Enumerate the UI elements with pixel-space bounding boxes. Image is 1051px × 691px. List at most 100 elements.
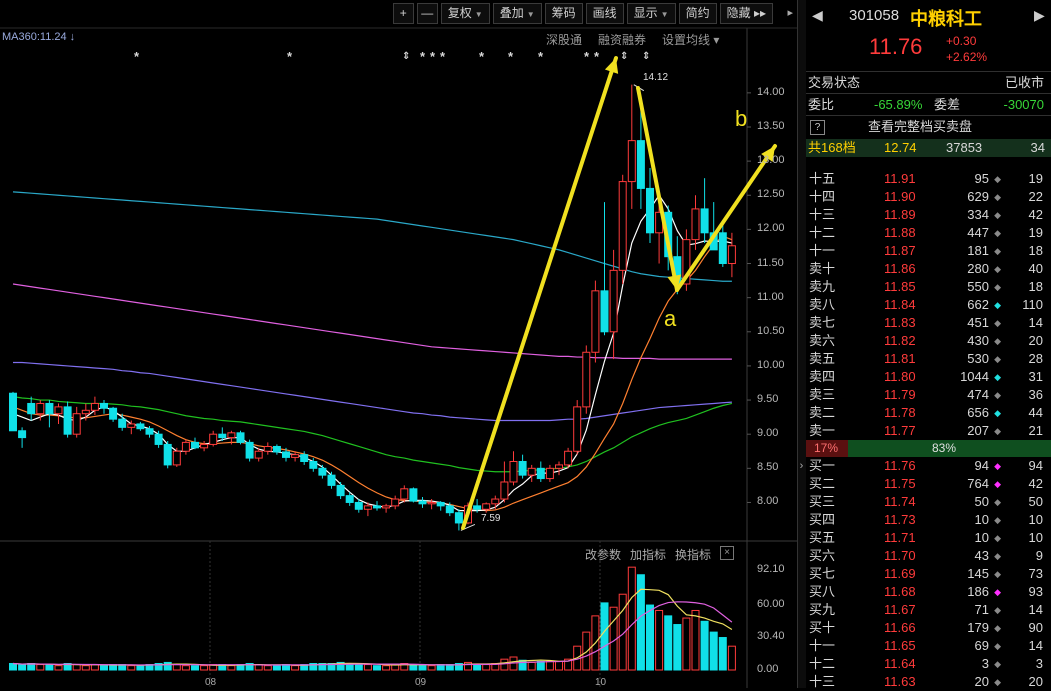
ask-level-row[interactable]: 卖三 11.79 474 36 ◆: [806, 386, 1051, 404]
candle-body: [172, 450, 181, 466]
candle-body: [163, 443, 172, 466]
level-count: 94: [1028, 458, 1043, 473]
prev-stock-icon[interactable]: ◀: [812, 7, 823, 24]
bid-level-row[interactable]: 买三 11.74 50 50 ◆: [806, 493, 1051, 511]
ask-level-row[interactable]: 卖九 11.85 550 18 ◆: [806, 278, 1051, 296]
level-price: 11.90: [884, 189, 916, 204]
trade-status-label: 交易状态: [808, 75, 861, 90]
change-marker-icon: ◆: [994, 641, 1001, 651]
bid-level-row[interactable]: 买十 11.66 179 90 ◆: [806, 619, 1051, 637]
level-volume: 207: [967, 423, 989, 438]
bid-level-row[interactable]: 买二 11.75 764 42 ◆: [806, 475, 1051, 493]
level-label: 十二: [809, 225, 836, 240]
level-volume: 474: [967, 387, 989, 402]
close-icon[interactable]: ×: [720, 546, 735, 560]
ask-level-row[interactable]: 卖二 11.78 656 44 ◆: [806, 404, 1051, 422]
level-volume: 656: [967, 405, 989, 420]
volume-bar: [291, 665, 300, 671]
collapse-arrow-icon[interactable]: ›: [798, 460, 805, 472]
ask-level-row[interactable]: 卖一 11.77 207 21 ◆: [806, 422, 1051, 440]
candle-body: [318, 467, 327, 476]
bid-share-label: 83%: [932, 441, 957, 455]
volume-bar: [527, 661, 536, 671]
ask-level-row[interactable]: 卖七 11.83 451 14 ◆: [806, 314, 1051, 332]
candle-body: [291, 454, 300, 458]
volume-bar: [727, 645, 736, 671]
stock-name: 中粮科工: [910, 9, 982, 29]
candle-body: [382, 505, 391, 509]
volume-bar: [163, 661, 172, 671]
volume-bar: [354, 664, 363, 671]
stock-code: 301058: [849, 7, 900, 24]
change-marker-icon: ◆: [994, 336, 1001, 346]
full-book-link[interactable]: 查看完整档买卖盘: [868, 118, 972, 136]
volume-bar: [54, 665, 63, 671]
ask-level-row[interactable]: 卖十 11.86 280 40 ◆: [806, 260, 1051, 278]
ask-level-row[interactable]: 十三 11.89 334 42 ◆: [806, 206, 1051, 224]
ask-level-row[interactable]: 卖五 11.81 530 28 ◆: [806, 350, 1051, 368]
volume-tick-label: 92.10: [757, 563, 785, 576]
stock-header: ◀ 301058 中粮科工 ▶: [806, 0, 1051, 30]
level-price: 11.87: [884, 243, 916, 258]
volume-bar: [200, 665, 209, 671]
bid-level-row[interactable]: 十一 11.65 69 14 ◆: [806, 637, 1051, 655]
date-tick-label: 08: [205, 677, 217, 688]
candle-body: [627, 140, 636, 183]
ask-level-row[interactable]: 十二 11.88 447 19 ◆: [806, 224, 1051, 242]
level-volume: 764: [967, 476, 989, 491]
ask-level-row[interactable]: 十五 11.91 95 19 ◆: [806, 170, 1051, 188]
bid-level-row[interactable]: 买八 11.68 186 93 ◆: [806, 583, 1051, 601]
ask-level-row[interactable]: 十一 11.87 181 18 ◆: [806, 242, 1051, 260]
level-count: 14: [1028, 315, 1043, 330]
level-price: 11.85: [884, 279, 916, 294]
add-indicator-link[interactable]: 加指标: [630, 546, 666, 563]
full-book-row[interactable]: ? 查看完整档买卖盘: [808, 118, 1048, 136]
level-price: 11.81: [884, 351, 916, 366]
volume-bar: [136, 665, 145, 671]
next-stock-icon[interactable]: ▶: [1034, 7, 1045, 24]
trade-status-row: 交易状态 已收市: [808, 74, 1048, 92]
kline-chart-panel[interactable]: + — 复权 ▼ 叠加 ▼ 筹码 画线 显示 ▼ 简约 隐藏 ▸▸ ▸ MA360:1…: [0, 0, 797, 688]
ask-level-row[interactable]: 卖六 11.82 430 20 ◆: [806, 332, 1051, 350]
volume-tick-label: 30.40: [757, 630, 785, 643]
level-volume: 10: [974, 512, 989, 527]
candle-body: [436, 501, 445, 507]
help-icon[interactable]: ?: [810, 120, 825, 136]
candle-body: [245, 441, 254, 459]
switch-indicator-link[interactable]: 换指标: [675, 546, 711, 563]
level-label: 买九: [809, 602, 836, 617]
candle-body: [54, 406, 63, 415]
candle-body: [445, 505, 454, 514]
bid-level-row[interactable]: 十三 11.63 20 20 ◆: [806, 673, 1051, 691]
level-price: 11.70: [884, 548, 916, 563]
ask-level-row[interactable]: 卖八 11.84 662 110 ◆: [806, 296, 1051, 314]
level-volume: 145: [967, 566, 989, 581]
change-marker-icon: ◆: [994, 426, 1001, 436]
bid-level-row[interactable]: 十二 11.64 3 3 ◆: [806, 655, 1051, 673]
bid-level-row[interactable]: 买七 11.69 145 73 ◆: [806, 565, 1051, 583]
bid-level-row[interactable]: 买六 11.70 43 9 ◆: [806, 547, 1051, 565]
total-levels-count: 34: [1030, 140, 1045, 155]
level-volume: 662: [967, 297, 989, 312]
level-count: 31: [1028, 369, 1043, 384]
candle-body: [45, 402, 54, 415]
change-marker-icon: ◆: [994, 228, 1001, 238]
ask-level-row[interactable]: 卖四 11.80 1044 31 ◆: [806, 368, 1051, 386]
level-volume: 3: [981, 656, 989, 671]
volume-tick-label: 60.00: [757, 598, 785, 611]
level-label: 十一: [809, 243, 836, 258]
volume-bar: [627, 566, 636, 671]
bid-level-row[interactable]: 买四 11.73 10 10 ◆: [806, 511, 1051, 529]
change-params-link[interactable]: 改参数: [585, 546, 621, 563]
level-label: 卖九: [809, 279, 836, 294]
bid-level-row[interactable]: 买九 11.67 71 14 ◆: [806, 601, 1051, 619]
ask-level-row[interactable]: 十四 11.90 629 22 ◆: [806, 188, 1051, 206]
bid-level-row[interactable]: 买五 11.71 10 10 ◆: [806, 529, 1051, 547]
level-label: 十二: [809, 656, 836, 671]
level-count: 18: [1028, 243, 1043, 258]
bid-level-row[interactable]: 买一 11.76 94 94 ◆: [806, 457, 1051, 475]
ma-long3-line: [12, 283, 732, 360]
candle-body: [345, 495, 354, 503]
volume-bar: [718, 637, 727, 671]
volume-bar: [700, 620, 709, 671]
